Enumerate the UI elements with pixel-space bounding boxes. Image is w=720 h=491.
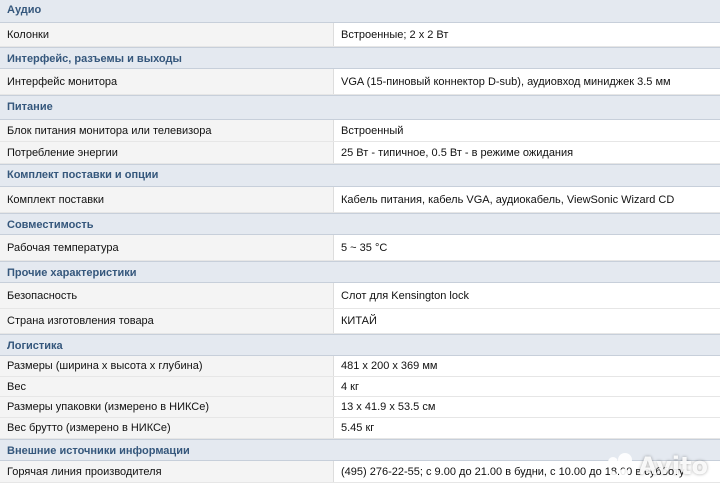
spec-value: VGA (15-пиновый коннектор D-sub), аудиов… <box>341 75 671 88</box>
spec-value: 481 x 200 x 369 мм <box>341 360 438 372</box>
section-header: Совместимость <box>0 213 720 235</box>
spec-value: Встроенные; 2 x 2 Вт <box>341 28 449 41</box>
section-header: Прочие характеристики <box>0 261 720 283</box>
spec-value: 5 ~ 35 °C <box>341 241 388 254</box>
spec-row: Страна изготовления товара КИТАЙ <box>0 309 720 334</box>
spec-value: 4 кг <box>341 380 359 393</box>
spec-row: Безопасность Слот для Kensington lock <box>0 283 720 309</box>
spec-key: Рабочая температура <box>0 235 334 260</box>
spec-row: Комплект поставки Кабель питания, кабель… <box>0 187 720 213</box>
spec-row: Вес брутто (измерено в НИКСе) 5.45 кг <box>0 418 720 439</box>
spec-key: Горячая линия производителя <box>0 461 334 482</box>
spec-row: Вес 4 кг <box>0 377 720 397</box>
spec-value: 5.45 кг <box>341 422 375 434</box>
spec-row: Рабочая температура 5 ~ 35 °C <box>0 235 720 261</box>
section-header: Интерфейс, разъемы и выходы <box>0 47 720 69</box>
spec-value: 13 x 41.9 x 53.5 см <box>341 401 436 413</box>
section-title: Логистика <box>7 340 63 352</box>
spec-row: Блок питания монитора или телевизора Вст… <box>0 120 720 142</box>
spec-key: Комплект поставки <box>0 187 334 212</box>
section-title: Интерфейс, разъемы и выходы <box>7 53 182 65</box>
section-title: Прочие характеристики <box>7 267 137 279</box>
spec-key: Вес <box>0 377 334 396</box>
section-title: Питание <box>7 101 53 113</box>
spec-value: Встроенный <box>341 124 404 137</box>
spec-key: Вес брутто (измерено в НИКСе) <box>0 418 334 438</box>
spec-row: Размеры (ширина x высота x глубина) 481 … <box>0 356 720 377</box>
spec-value: Слот для Kensington lock <box>341 289 469 302</box>
spec-key: Размеры упаковки (измерено в НИКСе) <box>0 397 334 417</box>
spec-key: Страна изготовления товара <box>0 309 334 333</box>
watermark-text: Avito <box>638 452 708 480</box>
section-title: Совместимость <box>7 219 94 231</box>
spec-key: Размеры (ширина x высота x глубина) <box>0 356 334 376</box>
spec-key: Колонки <box>0 23 334 46</box>
section-title: Комплект поставки и опции <box>7 169 159 181</box>
section-header: Питание <box>0 95 720 120</box>
section-header: Аудио <box>0 0 720 23</box>
spec-value: 25 Вт - типичное, 0.5 Вт - в режиме ожид… <box>341 146 574 159</box>
spec-key: Потребление энергии <box>0 142 334 163</box>
section-title: Внешние источники информации <box>7 445 190 457</box>
section-title: Аудио <box>7 4 42 16</box>
spec-row: Колонки Встроенные; 2 x 2 Вт <box>0 23 720 47</box>
spec-key: Блок питания монитора или телевизора <box>0 120 334 141</box>
spec-row: Интерфейс монитора VGA (15-пиновый конне… <box>0 69 720 95</box>
section-header: Логистика <box>0 334 720 356</box>
spec-row: Потребление энергии 25 Вт - типичное, 0.… <box>0 142 720 164</box>
avito-watermark: Avito <box>604 451 708 481</box>
spec-value: Кабель питания, кабель VGA, аудиокабель,… <box>341 193 675 206</box>
specs-table: Аудио Колонки Встроенные; 2 x 2 Вт Интер… <box>0 0 720 483</box>
spec-value: КИТАЙ <box>341 315 377 327</box>
spec-key: Безопасность <box>0 283 334 308</box>
spec-key: Интерфейс монитора <box>0 69 334 94</box>
avito-logo-icon <box>604 451 634 481</box>
spec-row: Размеры упаковки (измерено в НИКСе) 13 x… <box>0 397 720 418</box>
section-header: Комплект поставки и опции <box>0 164 720 187</box>
